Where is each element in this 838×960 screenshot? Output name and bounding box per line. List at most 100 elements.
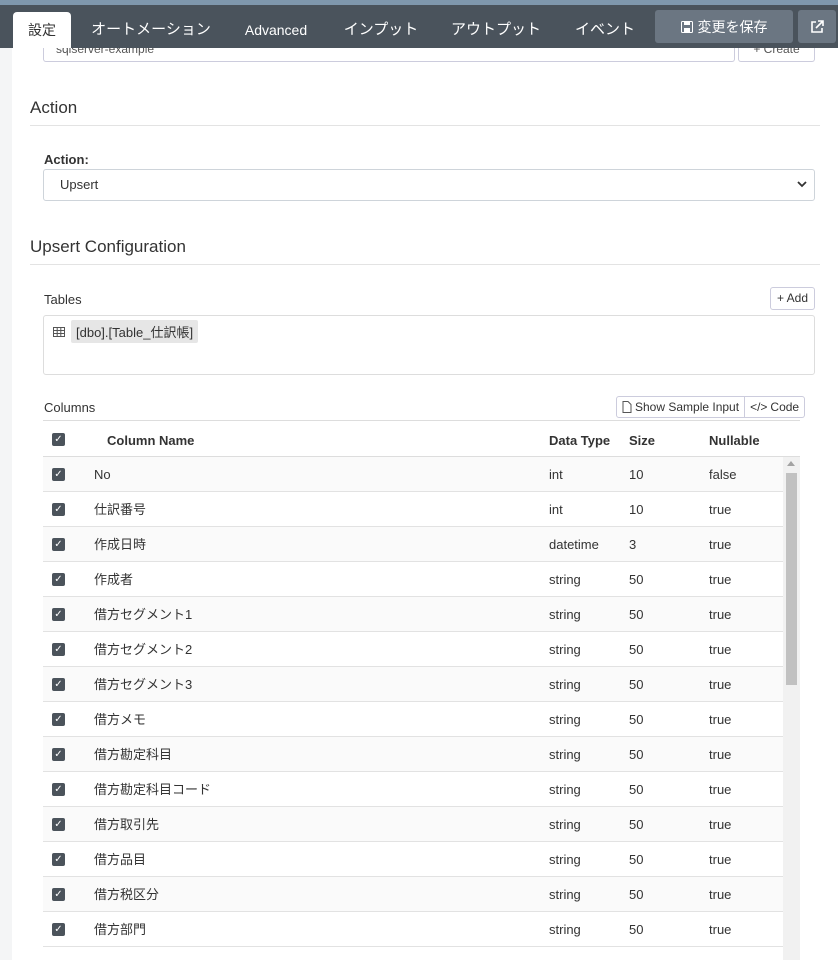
tab-automation[interactable]: オートメーション	[86, 0, 216, 48]
sidebar-edge	[0, 48, 12, 960]
tab-advanced[interactable]: Advanced	[236, 0, 316, 48]
table-row[interactable]: ✓ 作成日時 datetime 3 true	[43, 527, 783, 562]
columns-grid: ✓ Column Name Data Type Size Nullable ✓ N…	[43, 420, 800, 960]
connection-input[interactable]: sqlserver-example	[43, 48, 735, 62]
create-button[interactable]: + Create	[738, 48, 815, 62]
columns-toolbar: Show Sample Input </> Code	[616, 396, 806, 418]
row-checkbox[interactable]: ✓	[52, 468, 65, 481]
cell-data-type: string	[549, 747, 581, 762]
table-row[interactable]: ✓ 借方セグメント2 string 50 true	[43, 632, 783, 667]
cell-nullable: true	[709, 572, 732, 587]
code-button[interactable]: </> Code	[745, 396, 806, 418]
tables-box: [dbo].[Table_仕訳帳]	[43, 315, 815, 375]
add-table-button[interactable]: + Add	[770, 287, 815, 310]
header-nullable[interactable]: Nullable	[709, 433, 760, 448]
tab-input[interactable]: インプット	[334, 0, 428, 48]
save-icon	[680, 20, 693, 33]
row-checkbox[interactable]: ✓	[52, 818, 65, 831]
divider	[30, 264, 820, 265]
cell-data-type: int	[549, 467, 563, 482]
save-button-label: 変更を保存	[697, 18, 768, 35]
table-name: [dbo].[Table_仕訳帳]	[71, 320, 199, 343]
show-sample-input-label: Show Sample Input	[635, 400, 740, 414]
row-checkbox[interactable]: ✓	[52, 503, 65, 516]
table-row[interactable]: ✓ 借方メモ string 50 true	[43, 702, 783, 737]
action-select-value: Upsert	[60, 177, 99, 192]
cell-nullable: true	[709, 887, 732, 902]
action-section-title: Action	[30, 98, 78, 117]
cell-nullable: true	[709, 677, 732, 692]
row-checkbox[interactable]: ✓	[52, 643, 65, 656]
row-checkbox[interactable]: ✓	[52, 923, 65, 936]
cell-column-name: 借方セグメント1	[94, 607, 193, 622]
cell-data-type: string	[549, 817, 581, 832]
cell-column-name: 作成者	[94, 572, 134, 587]
code-label: Code	[770, 400, 800, 414]
row-checkbox[interactable]: ✓	[52, 573, 65, 586]
table-row[interactable]: ✓ 借方勘定科目 string 50 true	[43, 737, 783, 772]
save-button[interactable]: 変更を保存	[655, 10, 793, 43]
select-all-checkbox[interactable]: ✓	[52, 433, 65, 446]
tables-label: Tables	[44, 292, 82, 307]
table-row[interactable]: ✓ 借方税区分 string 50 true	[43, 877, 783, 912]
cell-nullable: true	[709, 782, 732, 797]
cell-size: 50	[629, 852, 644, 867]
header-column-name[interactable]: Column Name	[107, 433, 194, 448]
header-data-type[interactable]: Data Type	[549, 433, 610, 448]
table-row[interactable]: ✓ 借方取引先 string 50 true	[43, 807, 783, 842]
table-chip[interactable]: [dbo].[Table_仕訳帳]	[53, 320, 199, 343]
row-checkbox[interactable]: ✓	[52, 888, 65, 901]
cell-size: 50	[629, 922, 644, 937]
cell-nullable: true	[709, 607, 732, 622]
chevron-down-icon	[797, 170, 807, 211]
cell-column-name: 借方勘定科目コード	[94, 782, 212, 797]
open-external-button[interactable]	[798, 10, 836, 43]
file-icon	[622, 401, 632, 413]
cell-nullable: false	[709, 467, 737, 482]
cell-size: 10	[629, 467, 644, 482]
table-row[interactable]: ✓ 借方セグメント3 string 50 true	[43, 667, 783, 702]
grid-scrollbar[interactable]	[783, 457, 800, 960]
table-row[interactable]: ✓ 借方品目 string 50 true	[43, 842, 783, 877]
cell-column-name: 借方品目	[94, 852, 147, 867]
table-row[interactable]: ✓ 作成者 string 50 true	[43, 562, 783, 597]
table-row[interactable]: ✓ 借方セグメント1 string 50 true	[43, 597, 783, 632]
tab-output[interactable]: アウトプット	[446, 0, 546, 48]
cell-data-type: string	[549, 782, 581, 797]
scroll-up-arrow[interactable]	[787, 461, 795, 466]
cell-size: 10	[629, 502, 644, 517]
table-row[interactable]: ✓ 借方部門 string 50 true	[43, 912, 783, 947]
cell-nullable: true	[709, 852, 732, 867]
cell-data-type: string	[549, 712, 581, 727]
table-row[interactable]: ✓ No int 10 false	[43, 457, 783, 492]
row-checkbox[interactable]: ✓	[52, 678, 65, 691]
cell-data-type: string	[549, 572, 581, 587]
tab-events[interactable]: イベント	[566, 0, 644, 48]
cell-size: 50	[629, 642, 644, 657]
table-row[interactable]: ✓ 仕訳番号 int 10 true	[43, 492, 783, 527]
tab-settings[interactable]: 設定	[13, 12, 71, 48]
cell-size: 50	[629, 607, 644, 622]
upsert-section-title: Upsert Configuration	[30, 237, 186, 256]
show-sample-input-button[interactable]: Show Sample Input	[616, 396, 746, 418]
header-size[interactable]: Size	[629, 433, 655, 448]
cell-data-type: string	[549, 642, 581, 657]
cell-nullable: true	[709, 712, 732, 727]
top-tab-bar: 設定 オートメーション Advanced インプット アウトプット イベント 変…	[0, 0, 838, 48]
row-checkbox[interactable]: ✓	[52, 783, 65, 796]
cell-size: 50	[629, 572, 644, 587]
cell-column-name: 借方勘定科目	[94, 747, 173, 762]
action-select[interactable]: Upsert	[43, 169, 815, 201]
row-checkbox[interactable]: ✓	[52, 748, 65, 761]
row-checkbox[interactable]: ✓	[52, 608, 65, 621]
code-icon: </>	[750, 400, 768, 414]
row-checkbox[interactable]: ✓	[52, 538, 65, 551]
row-checkbox[interactable]: ✓	[52, 853, 65, 866]
row-checkbox[interactable]: ✓	[52, 713, 65, 726]
cell-column-name: No	[94, 467, 111, 482]
grid-header: ✓ Column Name Data Type Size Nullable	[43, 420, 800, 457]
scroll-thumb[interactable]	[786, 473, 797, 685]
table-row[interactable]: ✓ 借方勘定科目コード string 50 true	[43, 772, 783, 807]
cell-data-type: datetime	[549, 537, 599, 552]
cell-column-name: 仕訳番号	[94, 502, 147, 517]
